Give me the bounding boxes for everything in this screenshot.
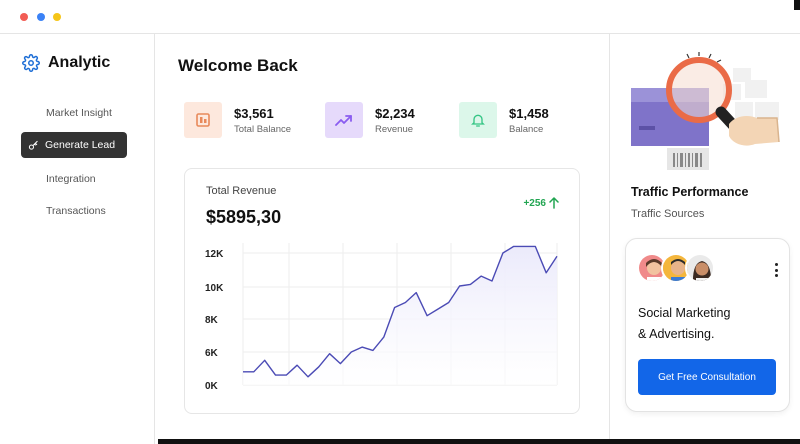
stat-label: Balance xyxy=(509,123,544,135)
traffic-performance-title: Traffic Performance xyxy=(631,185,749,199)
corner-decoration xyxy=(794,0,800,10)
avatar-group xyxy=(637,253,715,283)
key-icon xyxy=(28,140,38,150)
stat-value: $2,234 xyxy=(375,105,415,121)
revenue-area xyxy=(243,246,557,385)
chart-title: Total Revenue xyxy=(206,185,277,197)
y-tick-label: 6K xyxy=(205,348,219,359)
revenue-total: $5895,30 xyxy=(206,207,282,227)
stat-revenue[interactable]: $2,234 Revenue xyxy=(325,101,415,139)
nav-item-transactions[interactable]: Transactions xyxy=(21,198,127,224)
page-title: Welcome Back xyxy=(178,56,298,75)
more-vertical-icon[interactable] xyxy=(774,263,778,277)
bell-icon xyxy=(471,114,485,127)
stat-icon-box xyxy=(325,102,363,138)
trending-up-icon xyxy=(335,115,352,126)
stat-label: Total Balance xyxy=(234,123,292,135)
revenue-delta: +256 xyxy=(523,197,559,209)
delta-value: +256 xyxy=(523,197,546,209)
social-marketing-text: Social Marketing & Advertising. xyxy=(638,303,778,345)
card-text-line: & Advertising. xyxy=(638,327,715,341)
bottom-edge-bar xyxy=(158,439,800,444)
nav-item-generate-lead[interactable]: Generate Lead xyxy=(21,132,127,158)
brand[interactable]: Analytic xyxy=(22,54,110,72)
traffic-sources-label[interactable]: Traffic Sources xyxy=(631,208,704,220)
y-tick-label: 12K xyxy=(205,249,224,260)
nav-item-label: Transactions xyxy=(46,205,106,217)
stat-label: Revenue xyxy=(375,123,414,135)
brand-name: Analytic xyxy=(48,54,111,71)
avatar xyxy=(685,253,715,283)
nav-item-label: Integration xyxy=(46,173,96,185)
y-tick-label: 8K xyxy=(205,315,219,326)
sidebar: Analytic Market Insight Generate Lead In… xyxy=(0,34,155,444)
stat-value: $3,561 xyxy=(234,105,274,121)
nav-item-label: Market Insight xyxy=(46,107,112,119)
y-tick-label: 10K xyxy=(205,283,224,294)
gear-icon xyxy=(22,54,40,72)
revenue-chart-card: 12K 10K 8K 6K 0K Total Revenue $5895,30 +256 xyxy=(184,168,580,414)
close-window-button[interactable] xyxy=(20,13,28,21)
main-content: Welcome Back $3,561 Total Balance $2,234… xyxy=(156,34,610,444)
wallet-icon xyxy=(196,113,210,127)
revenue-chart: 12K 10K 8K 6K 0K xyxy=(205,243,558,392)
app-window: Analytic Market Insight Generate Lead In… xyxy=(0,0,800,444)
y-tick-label: 0K xyxy=(205,381,219,392)
nav-item-integration[interactable]: Integration xyxy=(21,166,127,192)
nav-item-label: Generate Lead xyxy=(45,139,116,151)
title-bar xyxy=(0,0,800,34)
stat-icon-box xyxy=(184,102,222,138)
stat-total-balance[interactable]: $3,561 Total Balance xyxy=(184,101,291,139)
stat-value: $1,458 xyxy=(509,105,549,121)
stat-balance[interactable]: $1,458 Balance xyxy=(459,101,549,139)
card-text-line: Social Marketing xyxy=(638,306,731,320)
minimize-window-button[interactable] xyxy=(37,13,45,21)
right-panel: Traffic Performance Traffic Sources Soci… xyxy=(611,34,800,444)
stat-icon-box xyxy=(459,102,497,138)
maximize-window-button[interactable] xyxy=(53,13,61,21)
social-marketing-card: Social Marketing & Advertising. Get Free… xyxy=(625,238,790,412)
nav-item-market-insight[interactable]: Market Insight xyxy=(21,100,127,126)
magnifier-illustration xyxy=(625,50,787,170)
get-free-consultation-button[interactable]: Get Free Consultation xyxy=(638,359,776,395)
arrow-up-icon xyxy=(549,197,559,209)
